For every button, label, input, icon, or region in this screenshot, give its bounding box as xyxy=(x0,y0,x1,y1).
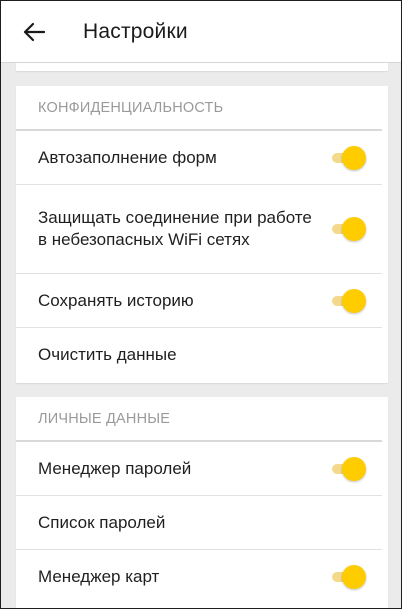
arrow-left-icon xyxy=(23,22,45,41)
app-window: Настройки КОНФИДЕНЦИАЛЬНОСТЬ Автозаполне… xyxy=(0,0,402,609)
setting-password-list[interactable]: Список паролей xyxy=(16,496,382,550)
previous-section-card xyxy=(16,63,388,71)
toggle-knob xyxy=(342,288,366,313)
toggle-knob xyxy=(342,145,366,170)
setting-label: Менеджер карт xyxy=(38,567,160,586)
save-history-toggle[interactable] xyxy=(330,288,366,314)
setting-label: Очистить данные xyxy=(38,345,177,364)
setting-label: Список паролей xyxy=(38,512,166,532)
privacy-section-header: КОНФИДЕНЦИАЛЬНОСТЬ xyxy=(16,86,382,131)
setting-label: Сохранять историю xyxy=(38,290,194,310)
back-button[interactable] xyxy=(3,1,65,63)
setting-clear-data[interactable]: Очистить данные xyxy=(16,328,382,382)
setting-label: Автозаполнение форм xyxy=(38,147,217,167)
toggle-knob xyxy=(342,456,366,481)
toggle-knob xyxy=(342,217,366,241)
personal-data-section-header: ЛИЧНЫЕ ДАННЫЕ xyxy=(16,397,382,442)
top-app-bar: Настройки xyxy=(1,1,401,63)
setting-save-history[interactable]: Сохранять историю xyxy=(16,274,382,328)
setting-card-manager[interactable]: Менеджер карт xyxy=(16,550,382,604)
setting-label: Менеджер паролей xyxy=(38,458,192,478)
page-title: Настройки xyxy=(83,19,188,43)
card-manager-toggle[interactable] xyxy=(330,564,366,590)
autofill-forms-toggle[interactable] xyxy=(330,145,366,171)
setting-password-manager[interactable]: Менеджер паролей xyxy=(16,442,382,496)
personal-data-section: ЛИЧНЫЕ ДАННЫЕ Менеджер паролей Список па… xyxy=(16,397,388,608)
password-manager-toggle[interactable] xyxy=(330,456,366,482)
setting-protect-wifi[interactable]: Защищать соединение при работе в небезоп… xyxy=(16,185,382,274)
privacy-section: КОНФИДЕНЦИАЛЬНОСТЬ Автозаполнение форм З… xyxy=(16,86,388,383)
protect-wifi-toggle[interactable] xyxy=(330,216,366,242)
toggle-knob xyxy=(342,565,366,589)
setting-autofill-forms[interactable]: Автозаполнение форм xyxy=(16,131,382,185)
setting-label: Защищать соединение при работе в небезоп… xyxy=(38,208,312,249)
